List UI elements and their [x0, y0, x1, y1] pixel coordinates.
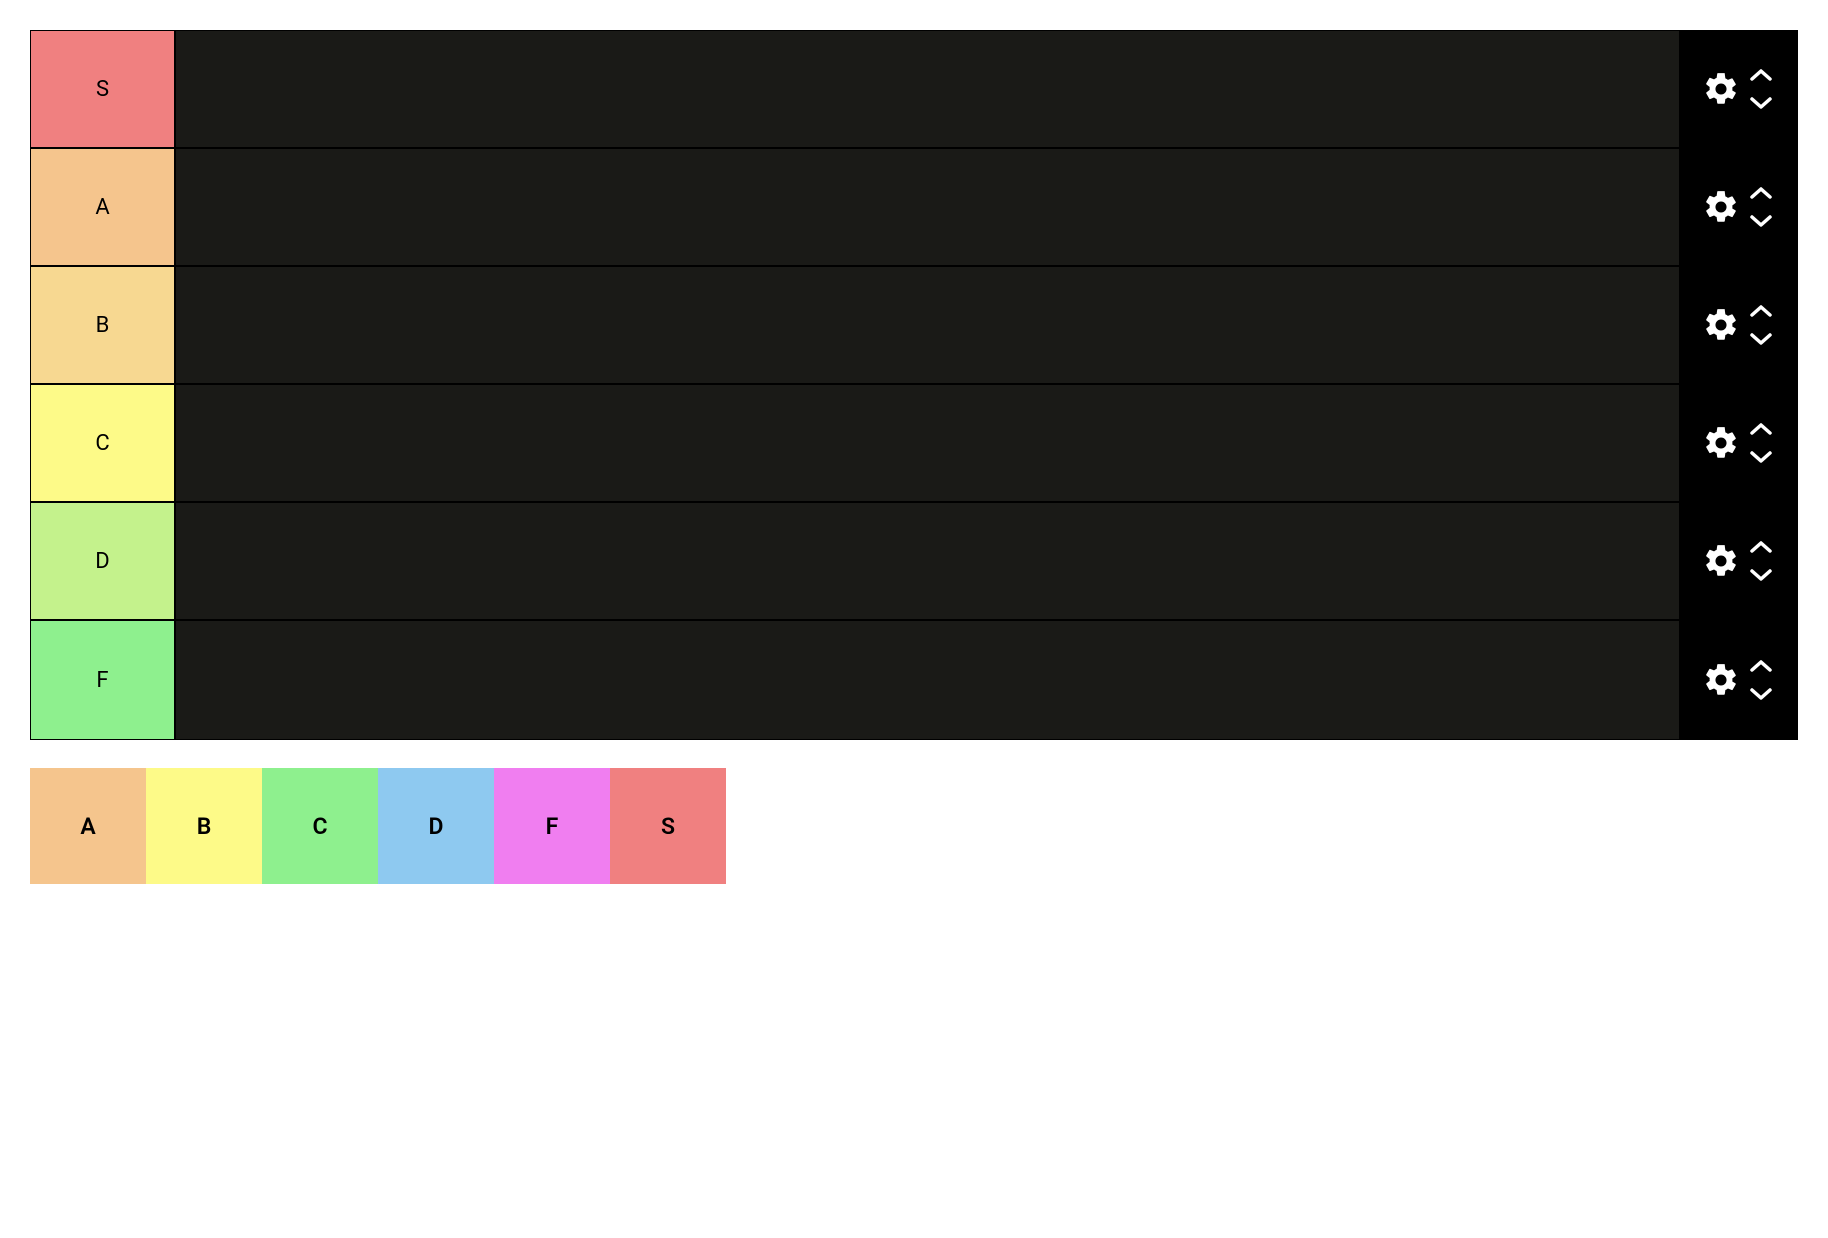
tier-move-arrows [1748, 422, 1774, 464]
chevron-down-icon[interactable] [1748, 332, 1774, 346]
tray-item[interactable]: D [378, 768, 494, 884]
tier-label[interactable]: S [31, 31, 176, 147]
chevron-down-icon[interactable] [1748, 450, 1774, 464]
tier-dropzone[interactable] [176, 385, 1679, 501]
chevron-up-icon[interactable] [1748, 68, 1774, 82]
tier-label[interactable]: F [31, 621, 176, 739]
tier-label[interactable]: B [31, 267, 176, 383]
chevron-up-icon[interactable] [1748, 304, 1774, 318]
tier-dropzone[interactable] [176, 621, 1679, 739]
gear-icon[interactable] [1702, 661, 1740, 699]
chevron-down-icon[interactable] [1748, 96, 1774, 110]
tier-label[interactable]: C [31, 385, 176, 501]
tier-move-arrows [1748, 659, 1774, 701]
gear-icon[interactable] [1702, 424, 1740, 462]
tier-label[interactable]: A [31, 149, 176, 265]
gear-icon[interactable] [1702, 306, 1740, 344]
chevron-up-icon[interactable] [1748, 540, 1774, 554]
tier-label[interactable]: D [31, 503, 176, 619]
tier-controls [1679, 385, 1797, 501]
chevron-up-icon[interactable] [1748, 659, 1774, 673]
chevron-down-icon[interactable] [1748, 568, 1774, 582]
gear-icon[interactable] [1702, 70, 1740, 108]
tier-row: A [31, 149, 1797, 267]
tray-item[interactable]: B [146, 768, 262, 884]
gear-icon[interactable] [1702, 542, 1740, 580]
tray-item[interactable]: A [30, 768, 146, 884]
tier-move-arrows [1748, 540, 1774, 582]
tier-controls [1679, 31, 1797, 147]
tier-dropzone[interactable] [176, 149, 1679, 265]
tier-row: S [31, 31, 1797, 149]
tier-dropzone[interactable] [176, 267, 1679, 383]
tier-controls [1679, 267, 1797, 383]
tier-list: S A B C D F [30, 30, 1798, 740]
item-tray: ABCDFS [30, 768, 1798, 884]
tier-row: D [31, 503, 1797, 621]
tier-move-arrows [1748, 304, 1774, 346]
tray-item[interactable]: F [494, 768, 610, 884]
tier-move-arrows [1748, 68, 1774, 110]
chevron-up-icon[interactable] [1748, 422, 1774, 436]
tier-row: F [31, 621, 1797, 739]
tier-row: B [31, 267, 1797, 385]
tier-controls [1679, 149, 1797, 265]
tier-move-arrows [1748, 186, 1774, 228]
tier-controls [1679, 621, 1797, 739]
tray-item[interactable]: C [262, 768, 378, 884]
tray-item[interactable]: S [610, 768, 726, 884]
tier-dropzone[interactable] [176, 31, 1679, 147]
tier-dropzone[interactable] [176, 503, 1679, 619]
chevron-down-icon[interactable] [1748, 687, 1774, 701]
chevron-down-icon[interactable] [1748, 214, 1774, 228]
tier-row: C [31, 385, 1797, 503]
chevron-up-icon[interactable] [1748, 186, 1774, 200]
gear-icon[interactable] [1702, 188, 1740, 226]
tier-controls [1679, 503, 1797, 619]
